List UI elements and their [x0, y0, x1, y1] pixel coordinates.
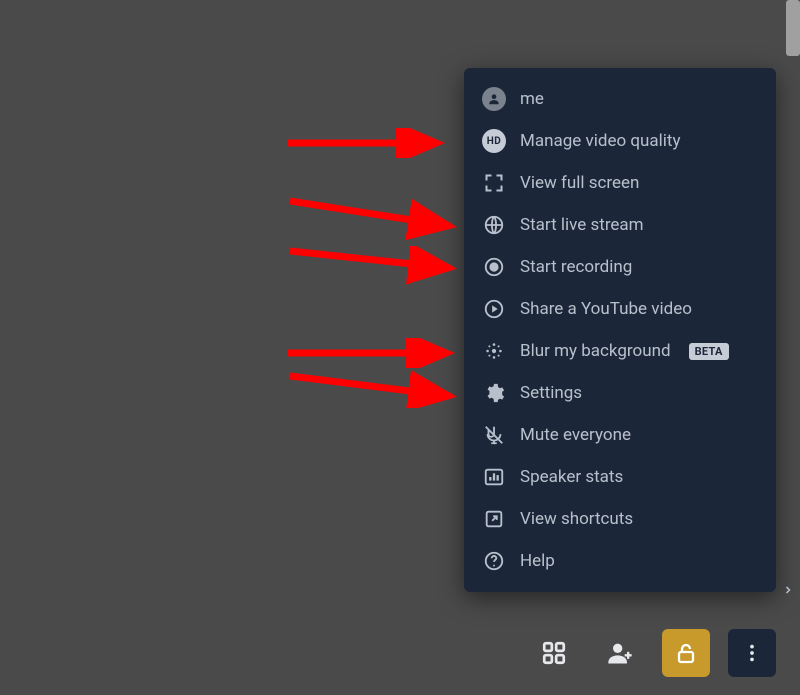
menu-label: Speaker stats	[520, 467, 623, 487]
menu-label: Start recording	[520, 257, 632, 277]
security-button[interactable]	[662, 629, 710, 677]
menu-item-fullscreen[interactable]: View full screen	[464, 162, 776, 204]
menu-label: Mute everyone	[520, 425, 631, 445]
menu-item-start-recording[interactable]: Start recording	[464, 246, 776, 288]
menu-label: me	[520, 89, 544, 109]
tile-view-button[interactable]	[530, 629, 578, 677]
blur-icon	[482, 339, 506, 363]
menu-item-blur-background[interactable]: Blur my background BETA	[464, 330, 776, 372]
menu-label: Manage video quality	[520, 131, 681, 151]
menu-item-me[interactable]: me	[464, 78, 776, 120]
menu-item-help[interactable]: Help	[464, 540, 776, 582]
menu-item-mute-everyone[interactable]: Mute everyone	[464, 414, 776, 456]
fullscreen-icon	[482, 171, 506, 195]
menu-item-speaker-stats[interactable]: Speaker stats	[464, 456, 776, 498]
menu-label: Start live stream	[520, 215, 644, 235]
mute-all-icon	[482, 423, 506, 447]
menu-label: View shortcuts	[520, 509, 633, 529]
menu-label: Share a YouTube video	[520, 299, 692, 319]
globe-icon	[482, 213, 506, 237]
record-icon	[482, 255, 506, 279]
menu-item-share-youtube[interactable]: Share a YouTube video	[464, 288, 776, 330]
menu-item-video-quality[interactable]: HD Manage video quality	[464, 120, 776, 162]
play-circle-icon	[482, 297, 506, 321]
menu-label: Blur my background	[520, 341, 671, 361]
annotation-arrow	[288, 128, 448, 158]
scrollbar-thumb[interactable]	[786, 0, 800, 56]
gear-icon	[482, 381, 506, 405]
more-actions-menu: me HD Manage video quality View full scr…	[464, 68, 776, 592]
annotation-arrow	[290, 368, 460, 408]
menu-label: View full screen	[520, 173, 639, 193]
invite-button[interactable]	[596, 629, 644, 677]
chevron-right-icon	[782, 582, 794, 598]
annotation-arrow	[288, 338, 458, 368]
stats-icon	[482, 465, 506, 489]
menu-item-view-shortcuts[interactable]: View shortcuts	[464, 498, 776, 540]
shortcuts-icon	[482, 507, 506, 531]
menu-label: Help	[520, 551, 555, 571]
menu-label: Settings	[520, 383, 582, 403]
avatar-icon	[482, 87, 506, 111]
bottom-toolbar	[530, 629, 776, 677]
help-icon	[482, 549, 506, 573]
menu-item-settings[interactable]: Settings	[464, 372, 776, 414]
hd-icon: HD	[482, 129, 506, 153]
more-actions-button[interactable]	[728, 629, 776, 677]
beta-badge: BETA	[689, 343, 729, 360]
annotation-arrow	[290, 196, 460, 246]
annotation-arrow	[290, 246, 460, 286]
menu-item-live-stream[interactable]: Start live stream	[464, 204, 776, 246]
